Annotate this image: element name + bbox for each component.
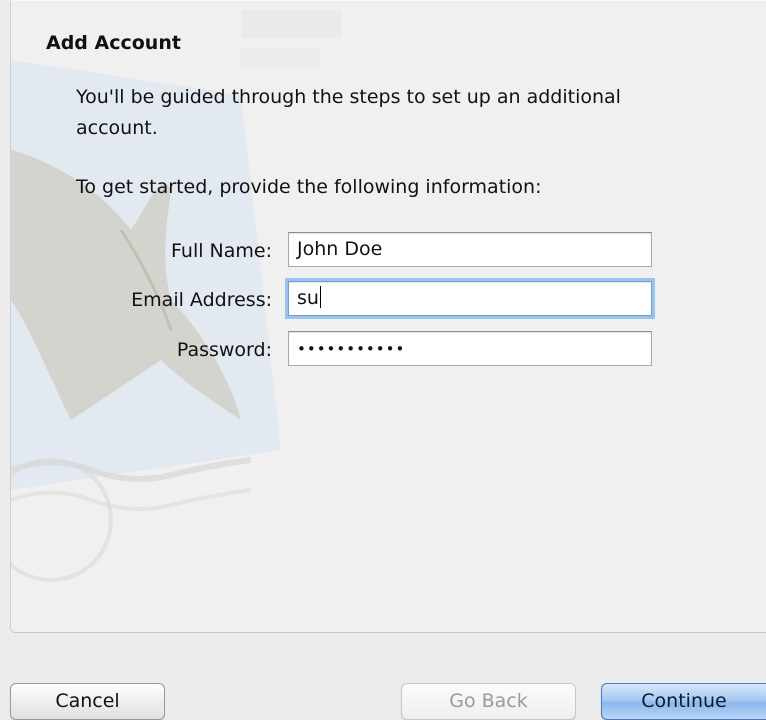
full-name-label: Full Name: <box>171 240 272 262</box>
text-caret <box>319 286 321 308</box>
full-name-field[interactable]: John Doe <box>288 232 652 267</box>
email-address-field[interactable]: su <box>288 281 652 316</box>
password-label: Password: <box>176 339 272 361</box>
password-field[interactable]: ••••••••••• <box>288 331 652 366</box>
email-address-value: su <box>297 287 319 309</box>
dialog-title: Add Account <box>46 32 181 54</box>
email-address-label: Email Address: <box>131 289 272 311</box>
dialog-prompt-text: To get started, provide the following in… <box>76 176 542 198</box>
account-setup-panel: Add Account You'll be guided through the… <box>10 0 766 633</box>
cancel-button[interactable]: Cancel <box>10 683 165 720</box>
continue-button[interactable]: Continue <box>601 683 766 720</box>
password-value: ••••••••••• <box>297 340 406 358</box>
go-back-button[interactable]: Go Back <box>401 683 576 720</box>
full-name-value: John Doe <box>297 238 383 260</box>
dialog-intro-text: You'll be guided through the steps to se… <box>76 86 621 139</box>
